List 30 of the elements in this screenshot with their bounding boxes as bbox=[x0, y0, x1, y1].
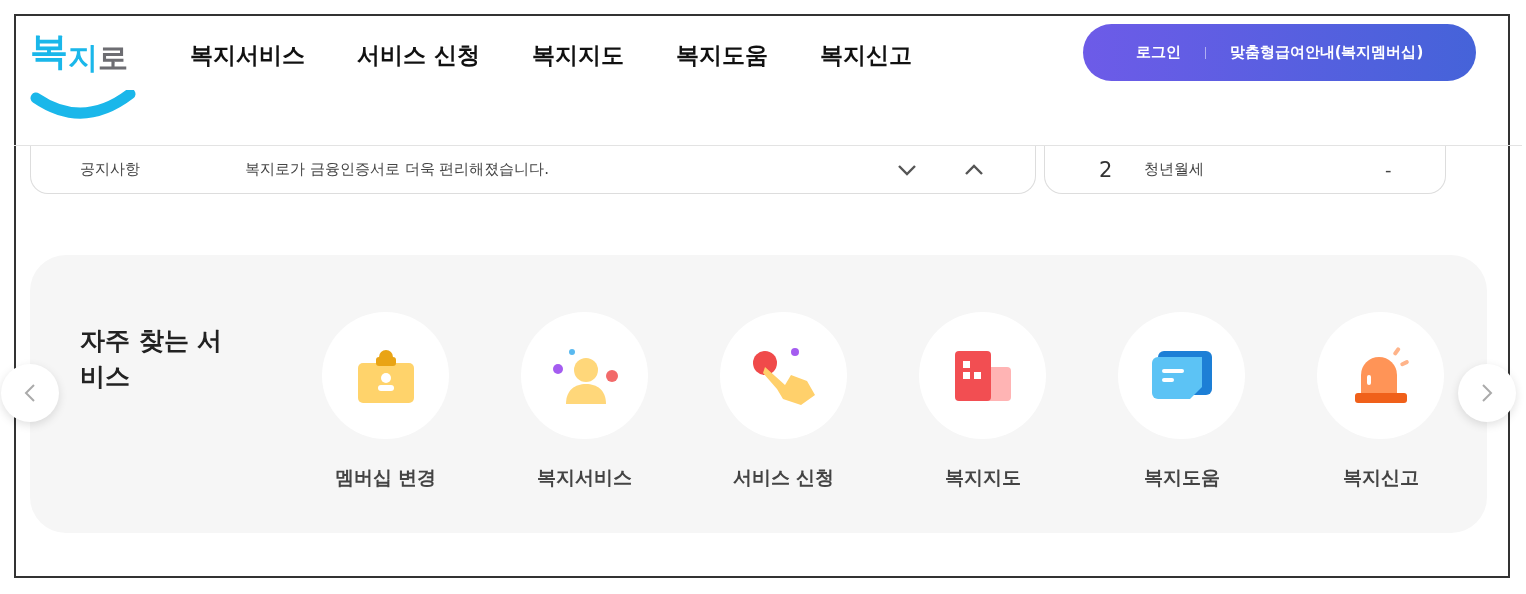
nav-link[interactable]: 서비스 신청 bbox=[357, 38, 480, 72]
smile-icon bbox=[30, 90, 136, 120]
chevron-left-icon bbox=[24, 383, 36, 403]
notice-label: 공지사항 bbox=[80, 160, 140, 179]
service-label[interactable]: 멤버십 변경 bbox=[334, 465, 437, 491]
service-label[interactable]: 복지서비스 bbox=[537, 465, 632, 491]
chevron-right-icon bbox=[1481, 383, 1493, 403]
ranking-title[interactable]: 청년월세 bbox=[1144, 160, 1204, 179]
service-label[interactable]: 서비스 신청 bbox=[732, 465, 835, 491]
service-label[interactable]: 복지지도 bbox=[944, 465, 1021, 491]
message-card-icon bbox=[1151, 350, 1212, 401]
logo-text[interactable]: 복지로 bbox=[30, 26, 138, 79]
rank-number: 2 bbox=[1099, 157, 1113, 182]
nav-link[interactable]: 복지도움 bbox=[676, 38, 768, 72]
rank-change: - bbox=[1385, 159, 1392, 180]
nav-link[interactable]: 복지서비스 bbox=[190, 38, 305, 72]
service-label[interactable]: 복지신고 bbox=[1342, 465, 1419, 491]
notice-text[interactable]: 복지로가 금융인증서로 더욱 편리해졌습니다. bbox=[245, 160, 550, 179]
chevron-up-icon[interactable] bbox=[964, 163, 984, 176]
membership-link[interactable]: 맞춤형급여안내(복지멤버십) bbox=[1229, 43, 1424, 62]
section-title: 자주 찾는 서비스 bbox=[80, 325, 224, 393]
hand-pointer-icon bbox=[750, 346, 817, 405]
next-button[interactable] bbox=[1458, 364, 1516, 422]
person-icon bbox=[551, 347, 618, 404]
nav-link[interactable]: 복지신고 bbox=[820, 38, 912, 72]
nav-link[interactable]: 복지지도 bbox=[532, 38, 624, 72]
login-link[interactable]: 로그인 bbox=[1135, 43, 1181, 62]
service-label[interactable]: 복지도움 bbox=[1143, 465, 1220, 491]
chevron-down-icon[interactable] bbox=[897, 163, 917, 176]
building-icon bbox=[954, 350, 1011, 401]
